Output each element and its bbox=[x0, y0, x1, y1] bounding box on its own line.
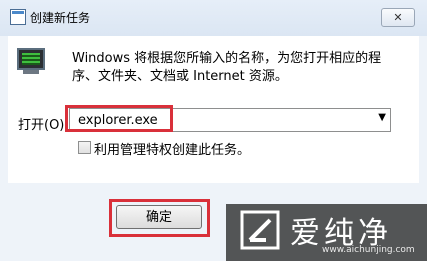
close-button[interactable]: ✕ bbox=[381, 8, 415, 27]
dialog-description: Windows 将根据您所输入的名称，为您打开相应的程序、文件夹、文档或 Int… bbox=[72, 51, 382, 84]
chevron-down-icon[interactable]: ▼ bbox=[378, 112, 386, 123]
watermark-url: www.aichunjing.com bbox=[322, 245, 415, 255]
run-computer-icon bbox=[17, 48, 45, 70]
title-bar: 创建新任务 ✕ bbox=[0, 0, 427, 36]
task-icon bbox=[10, 9, 26, 25]
create-task-window: 创建新任务 ✕ Windows 将根据您所输入的名称，为您打开相应的程序、文件夹… bbox=[0, 0, 427, 261]
run-computer-stand bbox=[23, 70, 39, 74]
ok-highlight-box bbox=[109, 199, 210, 237]
open-label: 打开(O): bbox=[18, 118, 69, 133]
window-title: 创建新任务 bbox=[30, 11, 91, 25]
watermark-logo-icon bbox=[240, 210, 280, 250]
watermark: 爱纯净 www.aichunjing.com bbox=[226, 204, 427, 261]
input-highlight-box bbox=[65, 105, 173, 132]
admin-privilege-checkbox[interactable] bbox=[78, 141, 91, 154]
admin-privilege-label[interactable]: 利用管理特权创建此任务。 bbox=[94, 139, 250, 158]
